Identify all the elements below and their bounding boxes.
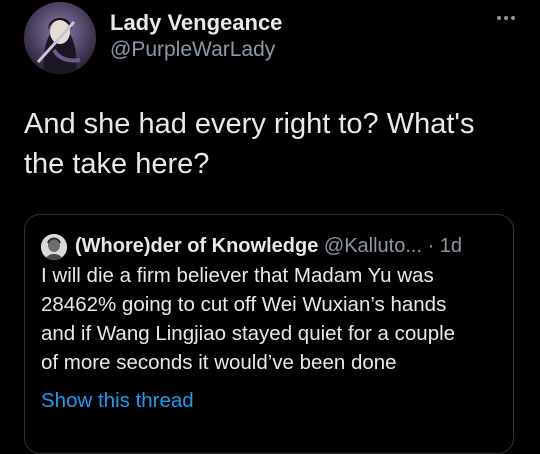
quoted-tweet-header: (Whore)der of Knowledge @Kalluto... · 1d [75,235,462,258]
more-horizontal-icon [497,16,515,20]
avatar-image [41,234,67,260]
quoted-tweet-text: I will die a firm believer that Madam Yu… [41,264,456,374]
tweet-text: And she had every right to? What's the t… [24,108,475,180]
avatar-image [24,2,96,74]
author-display-name[interactable]: Lady Vengeance [110,10,282,36]
author-avatar[interactable] [24,2,96,74]
more-options-button[interactable] [488,4,524,28]
quoted-tweet-timestamp[interactable]: 1d [440,235,462,257]
quoted-author-handle[interactable]: @Kalluto... [324,235,422,257]
author-handle[interactable]: @PurpleWarLady [110,38,275,62]
time-separator: · [422,235,440,257]
show-thread-link[interactable]: Show this thread [41,389,194,413]
quoted-author-avatar [41,234,67,260]
quoted-tweet-card[interactable]: (Whore)der of Knowledge @Kalluto... · 1d… [24,214,514,454]
quoted-author-name[interactable]: (Whore)der of Knowledge [75,235,318,257]
